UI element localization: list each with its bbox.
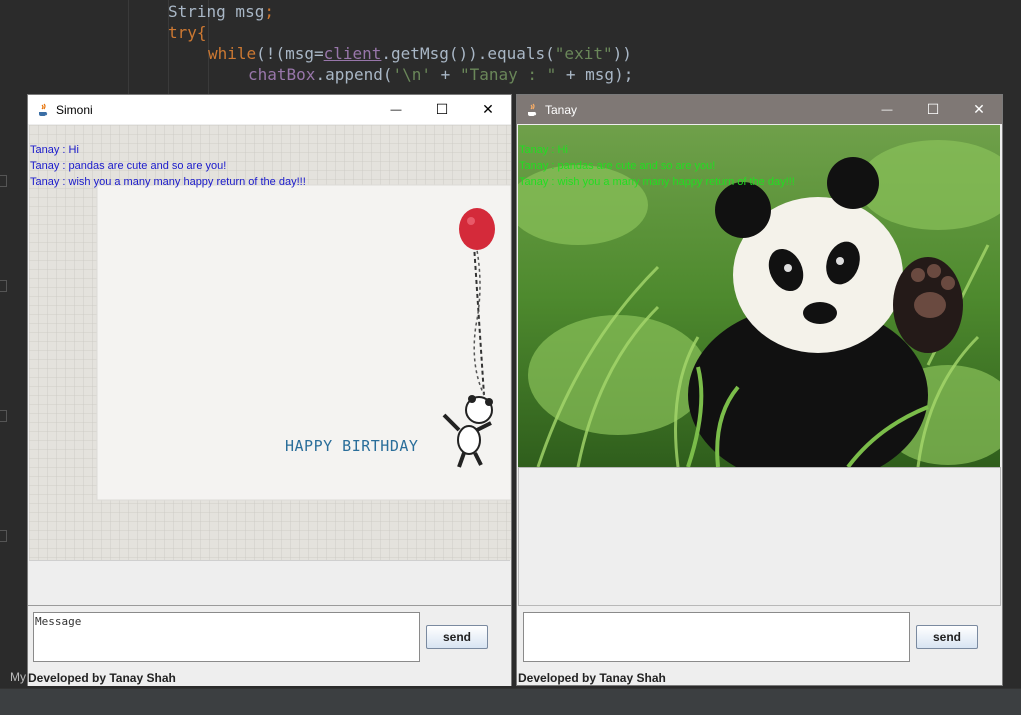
window-title: Tanay (545, 102, 578, 117)
code-token: msg (225, 2, 265, 21)
code-token: + msg); (556, 65, 634, 84)
chat-empty-area (518, 467, 1001, 606)
close-button[interactable]: ✕ (956, 95, 1002, 124)
code-line: chatBox.append('\n' + "Tanay : " + msg); (248, 64, 633, 85)
code-token: ; (264, 2, 274, 21)
maximize-button[interactable]: ☐ (419, 95, 465, 124)
fold-marker-icon[interactable] (0, 280, 7, 292)
message-input[interactable]: Message (33, 612, 420, 662)
simoni-window: Simoni — ☐ ✕ HAPPY BIRTHDAY Tanay: Hi T… (27, 94, 512, 686)
ide-code-editor: String msg; try{ while(!(msg=client.getM… (0, 0, 1021, 95)
ide-status-bar (0, 688, 1021, 715)
birthday-card-image (29, 125, 511, 560)
send-button[interactable]: send (426, 625, 488, 649)
chat-message: Tanay : pandas are cute and so are you! (30, 160, 227, 172)
maximize-button[interactable]: ☐ (910, 95, 956, 124)
code-token: .getMsg()).equals( (381, 44, 555, 63)
tanay-window: Tanay — ☐ ✕ Tanay: Hi Tanay: pandas ar… (516, 94, 1003, 686)
card-text: HAPPY BIRTHDAY (285, 437, 419, 455)
code-line: try{ (168, 23, 207, 42)
developer-credit: Developed by Tanay Shah (518, 671, 666, 685)
minimize-button[interactable]: — (373, 95, 419, 124)
chat-box[interactable]: HAPPY BIRTHDAY Tanay : Hi Tanay : pandas… (29, 125, 511, 560)
fold-marker-icon[interactable] (0, 530, 7, 542)
code-token: chatBox (248, 65, 316, 84)
minimize-button[interactable]: — (864, 95, 910, 124)
code-token: "Tanay : " (459, 65, 557, 84)
message-input[interactable] (523, 612, 910, 662)
fold-marker-icon[interactable] (0, 410, 7, 422)
code-token: .append( (315, 65, 393, 84)
chat-empty-area (29, 560, 510, 607)
chat-message: Tanay : wish you a many many happy retur… (30, 176, 306, 188)
simoni-titlebar[interactable]: Simoni — ☐ ✕ (28, 95, 511, 124)
code-line: String msg; (168, 1, 274, 22)
code-token: client (323, 44, 382, 63)
code-token: '\n' (392, 65, 432, 84)
chat-box[interactable]: Tanay : Hi Tanay : pandas are cute and s… (518, 125, 1000, 467)
code-token: String (168, 2, 226, 21)
code-token: while (208, 44, 257, 63)
close-button[interactable]: ✕ (465, 95, 511, 124)
chat-message: Tanay : Hi (519, 144, 568, 156)
code-token: + (431, 65, 460, 84)
ide-panel-label: My (10, 670, 26, 684)
code-line: while(!(msg=client.getMsg()).equals("exi… (208, 43, 632, 64)
fold-marker-icon[interactable] (0, 175, 7, 187)
chat-message: Tanay : wish you a many many happy retur… (519, 176, 795, 188)
developer-credit: Developed by Tanay Shah (28, 671, 176, 685)
window-title: Simoni (56, 102, 93, 117)
code-token: )) (612, 44, 632, 63)
java-icon (525, 103, 539, 117)
java-icon (36, 103, 50, 117)
tanay-titlebar[interactable]: Tanay — ☐ ✕ (517, 95, 1002, 124)
code-token: (!(msg= (256, 44, 324, 63)
code-token: "exit" (554, 44, 613, 63)
chat-message: Tanay : pandas are cute and so are you! (519, 160, 716, 172)
send-button[interactable]: send (916, 625, 978, 649)
chat-message: Tanay : Hi (30, 144, 79, 156)
